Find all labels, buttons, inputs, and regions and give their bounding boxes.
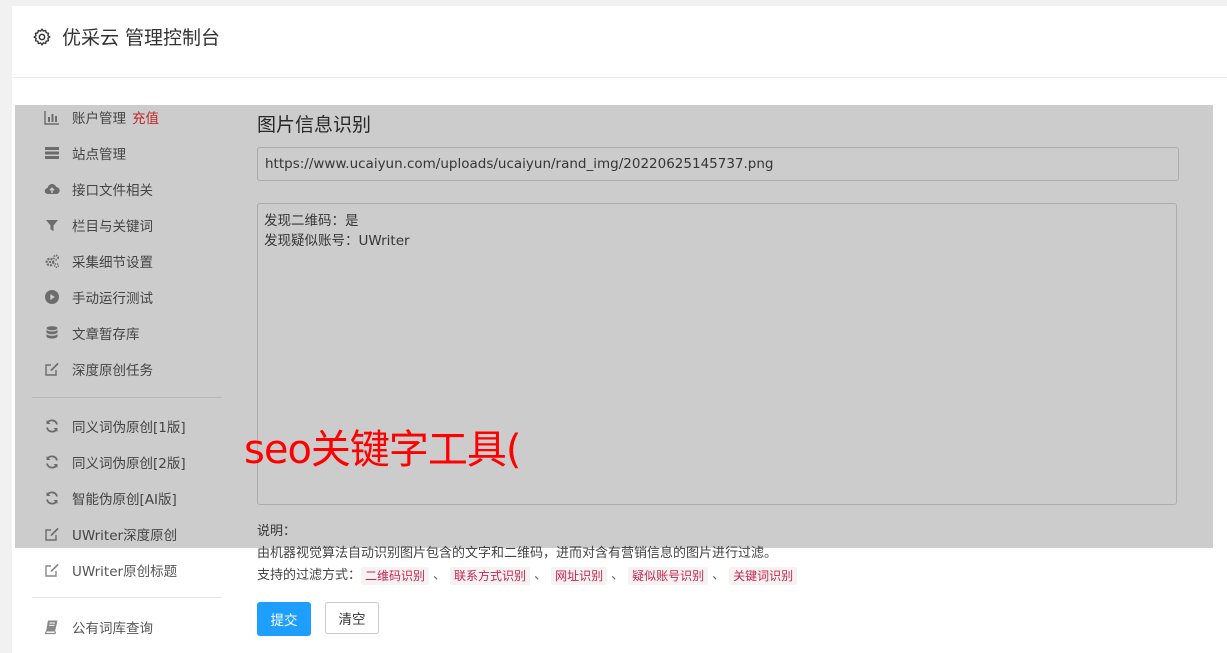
submit-button[interactable]: 提交 — [257, 602, 311, 636]
sidebar-item-label: 同义词伪原创[1版] — [72, 420, 186, 436]
database-icon — [46, 326, 58, 339]
cloud-upload-icon — [44, 184, 60, 195]
gear-icon — [33, 28, 51, 46]
watermark-text: seo关键字工具( — [244, 427, 522, 473]
filter-separator: 、 — [712, 568, 726, 583]
refresh-icon — [46, 491, 58, 505]
sidebar-item-uwriter-deep[interactable]: UWriter深度原创 — [44, 524, 177, 544]
sidebar-item-sites[interactable]: 站点管理 — [44, 143, 126, 163]
sidebar-item-public-lexicon[interactable]: 公有词库查询 — [44, 617, 153, 637]
sidebar-item-synonym-v1[interactable]: 同义词伪原创[1版] — [44, 416, 186, 436]
sidebar-item-label: 深度原创任务 — [72, 363, 153, 379]
filter-tag-account: 疑似账号识别 — [628, 567, 709, 585]
sidebar-item-uwriter-title[interactable]: UWriter原创标题 — [44, 560, 177, 580]
sidebar-item-label: 账户管理 — [72, 111, 126, 127]
filter-tag-contact: 联系方式识别 — [450, 567, 531, 585]
filter-tag-qrcode: 二维码识别 — [361, 567, 430, 585]
notes: 说明： 由机器视觉算法自动识别图片包含的文字和二维码，进而对含有营销信息的图片进… — [257, 521, 798, 587]
sidebar-item-label: 文章暂存库 — [72, 327, 140, 343]
sidebar-item-label: 公有词库查询 — [72, 621, 153, 637]
notes-description: 由机器视觉算法自动识别图片包含的文字和二维码，进而对含有营销信息的图片进行过滤。 — [257, 546, 778, 561]
sidebar-item-columns-keywords[interactable]: 栏目与关键词 — [44, 215, 153, 235]
filter-separator: 、 — [611, 568, 625, 583]
sidebar-item-synonym-v2[interactable]: 同义词伪原创[2版] — [44, 452, 186, 472]
play-circle-icon — [45, 290, 59, 304]
filter-separator: 、 — [433, 568, 447, 583]
bar-chart-icon — [44, 111, 59, 125]
sidebar-item-label: 智能伪原创[AI版] — [72, 492, 177, 508]
edit-icon — [45, 362, 59, 376]
refresh-icon — [46, 455, 58, 469]
filter-icon — [46, 220, 58, 231]
book-icon — [44, 620, 58, 635]
filter-separator: 、 — [534, 568, 548, 583]
sidebar-item-article-store[interactable]: 文章暂存库 — [44, 323, 140, 343]
sidebar-item-collect-settings[interactable]: 采集细节设置 — [44, 251, 153, 271]
filter-tag-keyword: 关键词识别 — [729, 567, 798, 585]
sidebar-item-ai-pseudo-original[interactable]: 智能伪原创[AI版] — [44, 488, 177, 508]
sidebar-item-manual-test[interactable]: 手动运行测试 — [44, 287, 153, 307]
notes-label: 说明： — [257, 524, 297, 539]
cogs-icon — [45, 254, 60, 268]
sidebar-item-label: UWriter原创标题 — [72, 564, 178, 580]
recharge-link[interactable]: 充值 — [132, 107, 159, 127]
edit-icon — [45, 527, 59, 541]
sidebar-item-label: 采集细节设置 — [72, 255, 153, 271]
sidebar-item-label: 同义词伪原创[2版] — [72, 456, 186, 472]
sidebar-divider — [32, 597, 222, 598]
sidebar-item-interface-files[interactable]: 接口文件相关 — [44, 179, 153, 199]
edit-icon — [45, 563, 59, 577]
sidebar: 账户管理 充值 站点管理 接口文件相关 栏目与关键词 采集细节设置 手动运行测试… — [12, 98, 222, 653]
sidebar-item-label: 站点管理 — [72, 147, 126, 163]
console-title: 优采云 管理控制台 — [62, 27, 221, 49]
result-line: 发现二维码：是 — [264, 213, 359, 229]
console-frame: 优采云 管理控制台 账户管理 充值 站点管理 接口文件相关 栏目与关键词 采集细… — [12, 6, 1227, 653]
sidebar-divider — [32, 397, 222, 398]
sidebar-item-label: 接口文件相关 — [72, 183, 153, 199]
filter-methods: 支持的过滤方式： 二维码识别 、 联系方式识别 、 网址识别 、 疑似账号识别 … — [257, 565, 798, 587]
sidebar-item-account[interactable]: 账户管理 充值 — [44, 107, 159, 127]
page-title: 图片信息识别 — [257, 114, 372, 136]
clear-button[interactable]: 清空 — [325, 602, 379, 634]
filter-label: 支持的过滤方式： — [257, 568, 362, 583]
page-header: 优采云 管理控制台 — [12, 6, 1227, 78]
result-line: 发现疑似账号：UWriter — [264, 233, 410, 249]
server-icon — [45, 147, 59, 159]
image-url-input[interactable] — [257, 147, 1179, 181]
sidebar-item-label: 栏目与关键词 — [72, 219, 153, 235]
sidebar-item-label: 手动运行测试 — [72, 291, 153, 307]
filter-tag-url: 网址识别 — [551, 567, 608, 585]
sidebar-item-deep-original[interactable]: 深度原创任务 — [44, 359, 153, 379]
sidebar-item-label: UWriter深度原创 — [72, 528, 178, 544]
refresh-icon — [46, 419, 58, 433]
